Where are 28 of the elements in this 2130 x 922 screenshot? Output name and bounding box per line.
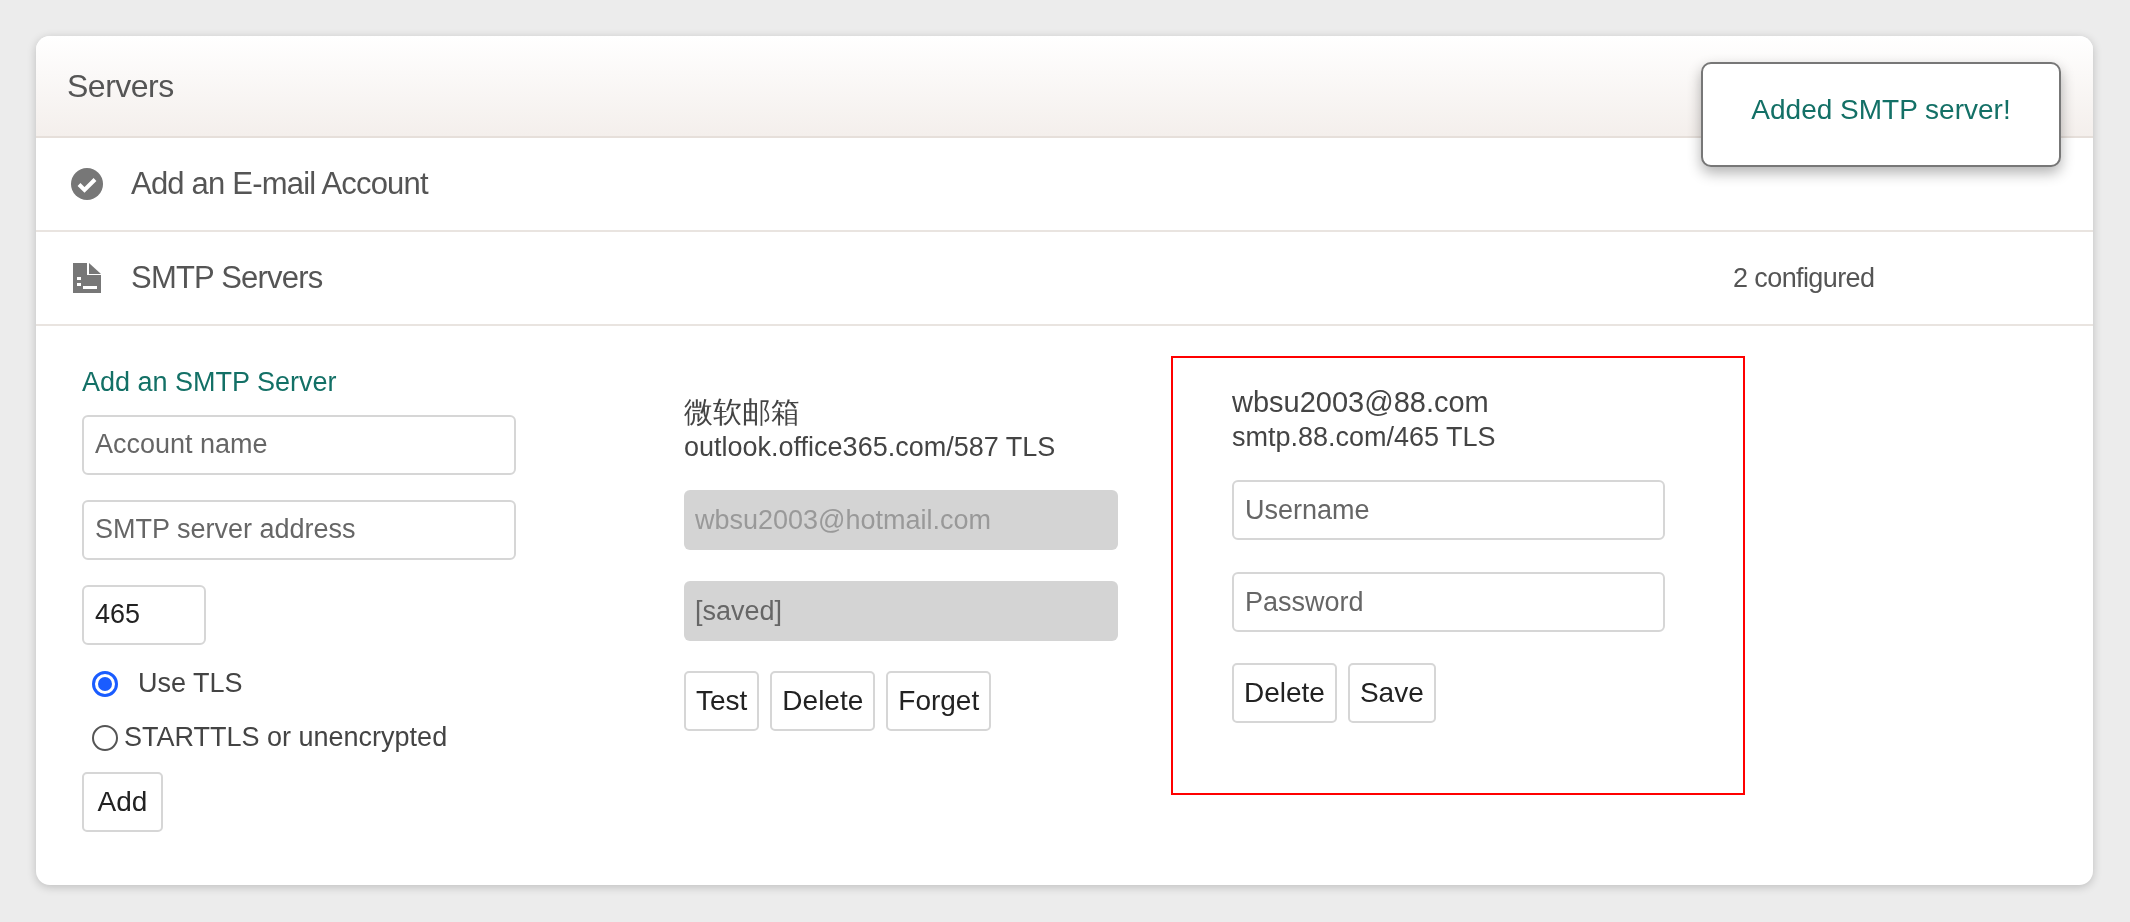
text-field[interactable]: SMTP server address (82, 499, 516, 560)
radio-button[interactable] (92, 724, 118, 751)
radio-button[interactable] (92, 670, 118, 697)
section-summary: 2 configured (1733, 261, 1876, 295)
text-field[interactable]: Account name (82, 414, 516, 475)
section-row[interactable]: SMTP Servers 2 configured (36, 232, 2093, 326)
document-icon (71, 262, 103, 294)
toast-notification: Added SMTP server! (1701, 62, 2061, 167)
check-circle-icon (71, 168, 103, 200)
action-button[interactable]: Save (1347, 663, 1436, 723)
radio-label: Use TLS (138, 667, 243, 701)
server-address: outlook.office365.com/587 TLS (684, 431, 1057, 464)
panel-title: Servers (67, 67, 174, 106)
action-button[interactable]: Delete (770, 671, 876, 731)
text-field[interactable]: Username (1232, 480, 1665, 540)
server-name: 微软邮箱 (684, 395, 801, 430)
action-button[interactable]: Test (684, 671, 760, 731)
action-button[interactable]: Forget (886, 671, 992, 731)
server-address: smtp.88.com/465 TLS (1232, 421, 1497, 454)
text-field[interactable]: 465 (82, 584, 206, 645)
action-button[interactable]: Delete (1232, 663, 1337, 723)
server-name: wbsu2003@88.com (1232, 385, 1490, 420)
section-title: Add an E-mail Account (131, 164, 430, 203)
form-heading: Add an SMTP Server (82, 366, 338, 399)
action-button[interactable]: Add (82, 771, 163, 832)
section-title: SMTP Servers (131, 258, 324, 297)
text-field[interactable]: Password (1232, 572, 1665, 632)
radio-label: STARTTLS or unencrypted (124, 721, 448, 755)
